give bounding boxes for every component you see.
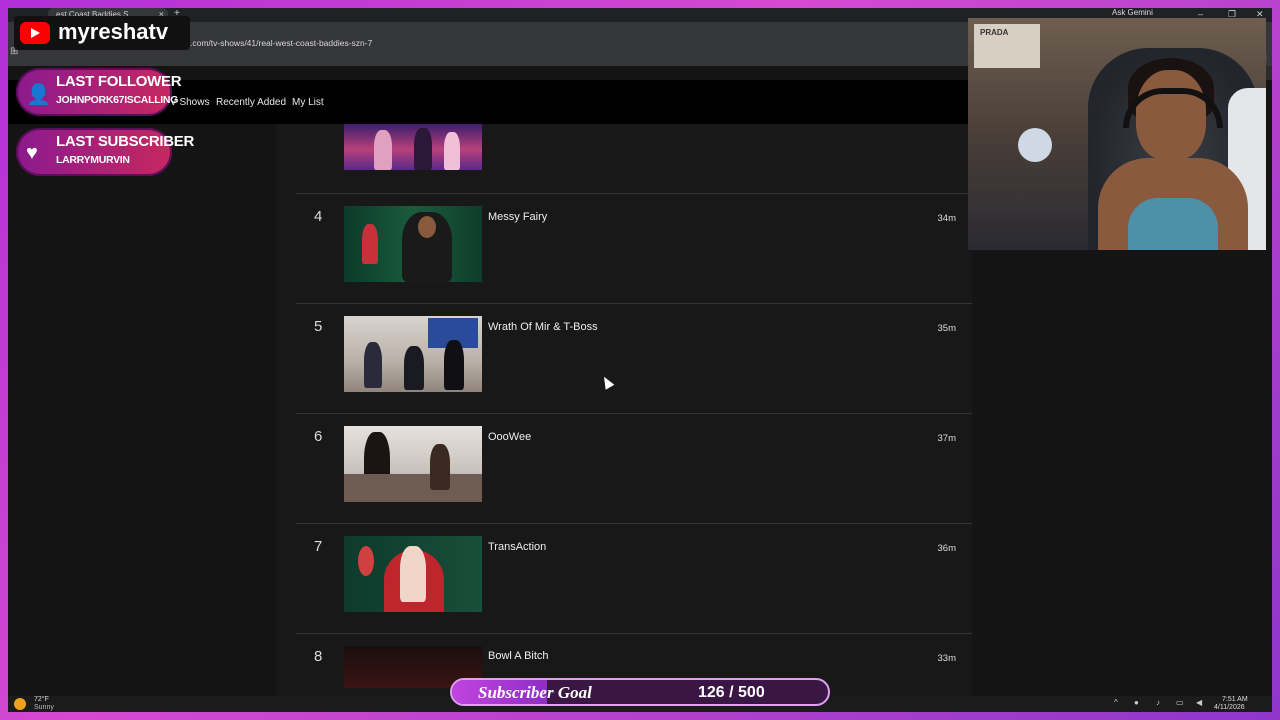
episode-duration: 37m [937, 433, 956, 444]
episode-duration: 34m [937, 213, 956, 224]
channel-badge: myreshatv [14, 16, 190, 50]
ring-light [1018, 128, 1052, 162]
heart-icon: ♥ [26, 142, 38, 164]
last-subscriber-name: LARRYMURVIN [56, 154, 130, 166]
episode-duration: 33m [937, 653, 956, 664]
poster-text: PRADA [980, 28, 1009, 37]
episode-title[interactable]: Bowl A Bitch [488, 650, 549, 662]
episode-title[interactable]: Messy Fairy [488, 211, 547, 223]
episode-row[interactable]: 6 OooWee 37m [296, 414, 972, 524]
microphone-icon[interactable]: ♪ [1156, 698, 1160, 707]
weather-temperature[interactable]: 72°F [34, 696, 49, 703]
ask-gemini-button[interactable]: Ask Gemini [1112, 8, 1153, 17]
clock-date[interactable]: 4/11/2026 [1214, 704, 1245, 711]
episode-number: 8 [314, 648, 323, 665]
weather-condition[interactable]: Sunny [34, 704, 54, 711]
app-tray-icon[interactable]: ● [1134, 698, 1139, 707]
episode-title[interactable]: Wrath Of Mir & T-Boss [488, 321, 598, 333]
webcam-feed: PRADA [968, 18, 1266, 250]
sun-icon[interactable] [14, 698, 26, 710]
clock-time[interactable]: 7:51 AM [1222, 696, 1248, 703]
last-follower-name: JOHNPORK67ISCALLING [56, 94, 179, 106]
episode-title[interactable]: OooWee [488, 431, 531, 443]
nav-recently-added[interactable]: Recently Added [216, 97, 286, 108]
add-user-icon: 👤 [26, 84, 51, 106]
episode-number: 4 [314, 208, 323, 225]
subscriber-goal-bar: Subscriber Goal 126 / 500 [450, 678, 830, 706]
last-follower-alert: 👤 LAST FOLLOWER JOHNPORK67ISCALLING [16, 68, 182, 116]
url-field[interactable]: .com/tv-shows/41/real-west-coast-baddies… [190, 38, 372, 48]
episode-thumbnail[interactable] [344, 124, 482, 170]
subscriber-goal-count: 126 / 500 [698, 684, 765, 701]
volume-icon[interactable]: ◀ [1196, 698, 1202, 707]
episode-duration: 36m [937, 543, 956, 554]
chevron-up-icon[interactable]: ^ [1114, 698, 1118, 707]
episode-row[interactable] [296, 84, 972, 194]
episode-row[interactable]: 4 Messy Fairy 34m [296, 194, 972, 304]
episode-thumbnail[interactable] [344, 536, 482, 612]
episode-thumbnail[interactable] [344, 206, 482, 282]
episode-thumbnail[interactable] [344, 316, 482, 392]
episode-number: 7 [314, 538, 323, 555]
last-follower-title: LAST FOLLOWER [56, 73, 182, 90]
episode-row[interactable]: 5 Wrath Of Mir & T-Boss 35m [296, 304, 972, 414]
channel-name: myreshatv [58, 19, 169, 44]
play-icon [31, 28, 40, 38]
episode-number: 5 [314, 318, 323, 335]
last-subscriber-title: LAST SUBSCRIBER [56, 133, 195, 150]
streamer-top [1128, 198, 1218, 250]
episode-duration: 35m [937, 323, 956, 334]
episode-thumbnail[interactable] [344, 426, 482, 502]
episode-number: 6 [314, 428, 323, 445]
network-icon[interactable]: ▭ [1176, 698, 1184, 707]
episode-title[interactable]: TransAction [488, 541, 546, 553]
subscriber-goal-label: Subscriber Goal [478, 683, 592, 702]
episode-row[interactable]: 7 TransAction 36m [296, 524, 972, 634]
last-subscriber-alert: ♥ LAST SUBSCRIBER LARRYMURVIN [16, 128, 194, 176]
